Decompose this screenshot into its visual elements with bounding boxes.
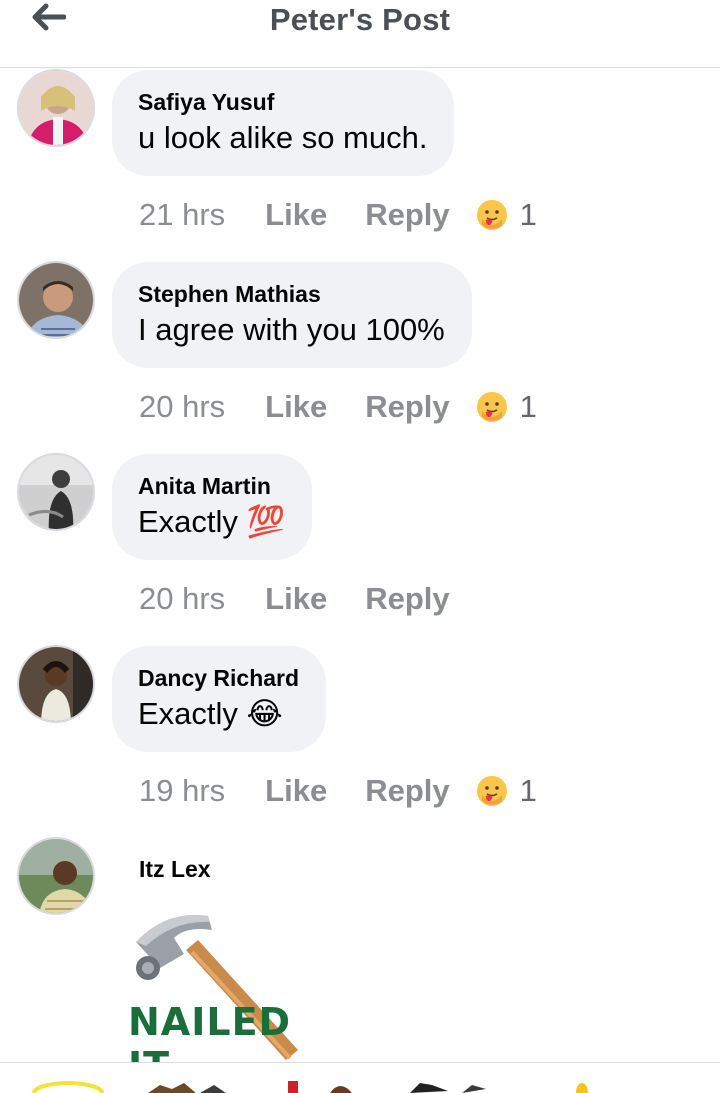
reply-button[interactable]: Reply [365,389,449,425]
comment-bubble: Dancy Richard Exactly 😂 [112,646,327,752]
like-button[interactable]: Like [265,197,327,233]
comment-author[interactable]: Safiya Yusuf [138,88,427,116]
comment-time[interactable]: 19 hrs [139,773,225,809]
hammer-sticker[interactable]: NAILED IT [126,910,326,1088]
page-title: Peter's Post [269,2,451,37]
comment-bubble: Anita Martin Exactly 💯 [112,454,313,560]
comment-author[interactable]: Anita Martin [138,472,285,500]
hundred-points-emoji: 💯 [246,504,286,539]
comment-actions: 21 hrs Like Reply 1 [139,195,537,235]
reply-button[interactable]: Reply [365,581,449,617]
reaction-count: 1 [519,389,537,424]
reaction-summary[interactable]: 1 [474,389,537,425]
avatar[interactable] [17,645,95,723]
avatar[interactable] [17,69,95,147]
care-reaction-icon [476,776,507,806]
avatar[interactable] [17,453,95,531]
comment-actions: 19 hrs Like Reply 1 [139,771,537,811]
like-button[interactable]: Like [265,773,327,809]
comment-time[interactable]: 21 hrs [139,197,225,233]
like-button[interactable]: Like [265,389,327,425]
like-button[interactable]: Like [265,581,327,617]
sticker-thumb[interactable] [410,1083,486,1093]
reply-button[interactable]: Reply [365,197,449,233]
care-reaction-icon [476,392,507,422]
comment-text: u look alike so much. [138,120,428,155]
sticker-tray [0,1062,720,1093]
comment-bubble: Safiya Yusuf u look alike so much. [112,70,455,176]
reaction-summary[interactable]: 1 [474,197,537,233]
comment-author[interactable]: Stephen Mathias [138,280,445,308]
comment-time[interactable]: 20 hrs [139,581,225,617]
reaction-count: 1 [519,197,537,232]
comment-actions: 20 hrs Like Reply 1 [139,387,537,427]
comment-actions: 20 hrs Like Reply [139,579,450,619]
sticker-thumb[interactable] [148,1083,226,1093]
avatar[interactable] [17,261,95,339]
sticker-thumb[interactable] [576,1083,588,1093]
top-bar: Peter's Post [0,0,720,68]
reaction-summary[interactable]: 1 [474,773,537,809]
sticker-thumb[interactable] [32,1081,104,1093]
comment-author[interactable]: Dancy Richard [138,664,299,692]
comment-author[interactable]: Itz Lex [139,856,211,883]
comment-time[interactable]: 20 hrs [139,389,225,425]
comment-text: Exactly 😂 [138,696,283,731]
reply-button[interactable]: Reply [365,773,449,809]
sticker-thumb[interactable] [288,1081,352,1093]
laughing-emoji: 😂 [246,696,283,731]
avatar[interactable] [17,837,95,915]
comment-text: I agree with you 100% [138,312,445,347]
care-reaction-icon [476,200,507,230]
comment-bubble: Stephen Mathias I agree with you 100% [112,262,472,368]
comment-text: Exactly 💯 [138,504,286,539]
reaction-count: 1 [519,773,537,808]
